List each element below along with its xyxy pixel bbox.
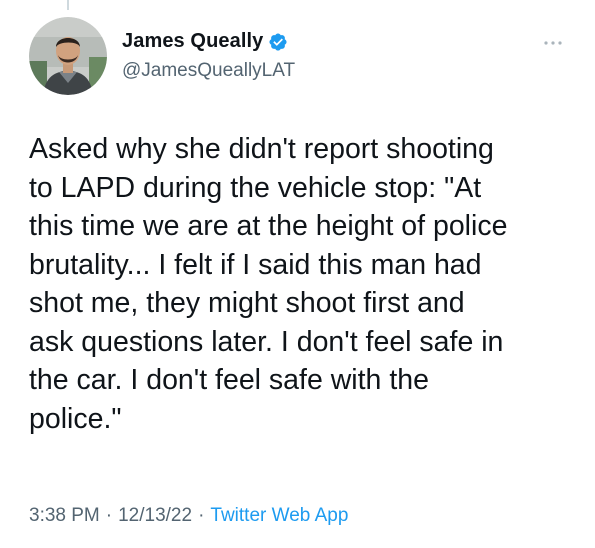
avatar[interactable]: [29, 17, 107, 95]
profile-photo-icon: [29, 17, 107, 95]
author-name-row[interactable]: James Queally: [122, 30, 288, 53]
verified-badge-icon: [268, 32, 288, 52]
tweet-date[interactable]: 12/13/22: [118, 505, 192, 527]
tweet-text: Asked why she didn't report shooting to …: [29, 133, 508, 435]
tweet-time[interactable]: 3:38 PM: [29, 505, 100, 527]
thread-connector-line: [67, 0, 69, 10]
more-horizontal-icon: [544, 41, 562, 45]
author-handle[interactable]: @JamesQueallyLAT: [122, 60, 295, 82]
meta-separator: ·: [105, 505, 113, 526]
more-options-button[interactable]: [539, 33, 567, 53]
meta-separator: ·: [198, 505, 205, 526]
tweet-source-link[interactable]: Twitter Web App: [210, 505, 348, 527]
author-display-name[interactable]: James Queally: [122, 30, 263, 53]
tweet-metadata: 3:38 PM · 12/13/22 · Twitter Web App: [29, 505, 348, 527]
